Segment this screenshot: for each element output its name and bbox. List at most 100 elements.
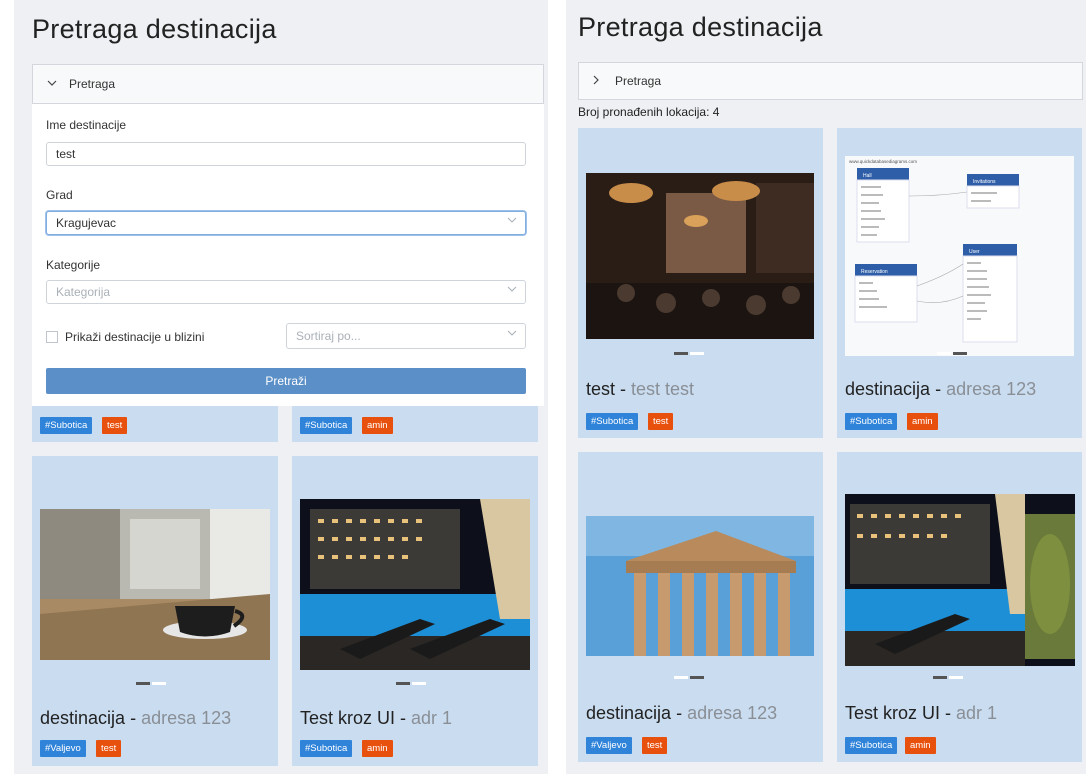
destination-address: test test [631,379,695,399]
page-title: Pretraga destinacija [32,14,277,44]
title-separator: - [395,708,412,728]
destination-photo-building[interactable] [586,516,814,656]
accordion-label: Pretraga [69,77,116,91]
city-tag[interactable]: #Subotica [845,737,898,754]
carousel-dot[interactable] [937,352,951,355]
city-tag[interactable]: #Valjevo [40,740,86,757]
city-tag[interactable]: #Subotica [845,413,898,430]
category-placeholder: Kategorija [56,285,111,299]
search-accordion-header[interactable]: Pretraga [32,64,544,104]
city-value: Kragujevac [56,216,117,230]
destination-photo-diagram[interactable]: www.quickdatabasediagrams.com Hall Invit… [845,156,1074,356]
destination-name: destinacija [40,708,126,728]
nearby-checkbox[interactable] [46,331,58,343]
destination-card[interactable]: #Subotica test [32,406,278,442]
category-tag[interactable]: test [102,417,128,434]
chevron-down-icon [507,329,517,340]
destination-card[interactable]: destinacija - adresa 123 #Valjevo test [32,456,278,766]
city-tag[interactable]: #Subotica [586,413,639,430]
destination-card[interactable]: destinacija - adresa 123 #Valjevo test [578,452,823,762]
diagram-url: www.quickdatabasediagrams.com [849,159,917,164]
card-title[interactable]: Test kroz UI - adr 1 [300,708,452,729]
destination-address: adr 1 [956,703,998,723]
destination-name: test [586,379,616,399]
result-count: Broj pronađenih lokacija: 4 [578,105,720,119]
card-title[interactable]: destinacija - adresa 123 [40,708,231,729]
sort-placeholder: Sortiraj po... [296,329,361,343]
destination-photo-pool[interactable] [845,494,1075,666]
city-tag[interactable]: #Subotica [40,417,93,434]
category-tag[interactable]: test [642,737,668,754]
carousel-indicators[interactable] [933,676,963,679]
destination-name: Test kroz UI [300,708,396,728]
accordion-label: Pretraga [615,74,662,88]
category-tag[interactable]: amin [362,417,393,434]
destination-photo-coffee[interactable] [40,509,270,660]
carousel-indicators[interactable] [674,352,704,355]
carousel-dot[interactable] [412,682,426,685]
city-select[interactable]: Kragujevac [46,211,526,235]
destination-name: destinacija [845,379,931,399]
chevron-down-icon [507,285,517,296]
destination-card[interactable]: Test kroz UI - adr 1 #Subotica amin [837,452,1082,762]
category-tag[interactable]: amin [362,740,393,757]
city-tag[interactable]: #Subotica [300,417,353,434]
carousel-indicators[interactable] [937,352,967,355]
destination-photo-pool[interactable] [300,499,530,670]
category-tag[interactable]: amin [907,413,938,430]
carousel-dot[interactable] [136,682,150,685]
destination-name: Test kroz UI [845,703,941,723]
right-screenshot-panel: Pretraga destinacija Pretraga Broj prona… [566,0,1086,774]
carousel-dot[interactable] [152,682,166,685]
carousel-dot[interactable] [933,676,947,679]
title-separator: - [615,379,632,399]
destination-card[interactable]: #Subotica amin [292,406,538,442]
title-separator: - [671,703,688,723]
nearby-label: Prikaži destinacije u blizini [65,330,205,344]
city-tag[interactable]: #Subotica [300,740,353,757]
destination-card[interactable]: test - test test #Subotica test [578,128,823,438]
left-screenshot-panel: Pretraga destinacija Pretraga Ime destin… [14,0,548,774]
destination-name: destinacija [586,703,672,723]
card-title[interactable]: test - test test [586,379,694,400]
page-title: Pretraga destinacija [578,12,823,42]
carousel-dot[interactable] [674,676,688,679]
destination-photo-restaurant[interactable] [586,173,814,339]
diagram-table-name: Reservation [861,269,888,275]
destination-name-value: test [56,147,76,161]
carousel-indicators[interactable] [136,682,166,685]
search-button[interactable]: Pretraži [46,368,526,394]
carousel-dot[interactable] [690,676,704,679]
chevron-down-icon [47,79,61,90]
destination-card[interactable]: Test kroz UI - adr 1 #Subotica amin [292,456,538,766]
diagram-table-name: User [969,249,980,255]
category-select[interactable]: Kategorija [46,280,526,304]
title-separator: - [940,703,957,723]
card-title[interactable]: destinacija - adresa 123 [845,379,1036,400]
destination-address: adr 1 [411,708,453,728]
city-label: Grad [46,188,73,202]
destination-card[interactable]: www.quickdatabasediagrams.com Hall Invit… [837,128,1082,438]
carousel-dot[interactable] [674,352,688,355]
search-accordion-header[interactable]: Pretraga [578,62,1083,100]
carousel-indicators[interactable] [396,682,426,685]
sort-select[interactable]: Sortiraj po... [286,323,526,349]
chevron-down-icon [507,216,517,227]
carousel-indicators[interactable] [674,676,704,679]
search-form: Ime destinacije test Grad Kragujevac Kat… [32,104,544,406]
chevron-right-icon [593,75,607,88]
card-title[interactable]: destinacija - adresa 123 [586,703,777,724]
carousel-dot[interactable] [690,352,704,355]
category-tag[interactable]: amin [905,737,936,754]
city-tag[interactable]: #Valjevo [586,737,632,754]
diagram-table-name: Invitations [973,179,996,185]
carousel-dot[interactable] [953,352,967,355]
destination-address: adresa 123 [141,708,232,728]
carousel-dot[interactable] [396,682,410,685]
diagram-table-name: Hall [863,173,872,179]
category-tag[interactable]: test [96,740,122,757]
carousel-dot[interactable] [949,676,963,679]
category-tag[interactable]: test [648,413,674,430]
destination-name-input[interactable]: test [46,142,526,166]
card-title[interactable]: Test kroz UI - adr 1 [845,703,997,724]
